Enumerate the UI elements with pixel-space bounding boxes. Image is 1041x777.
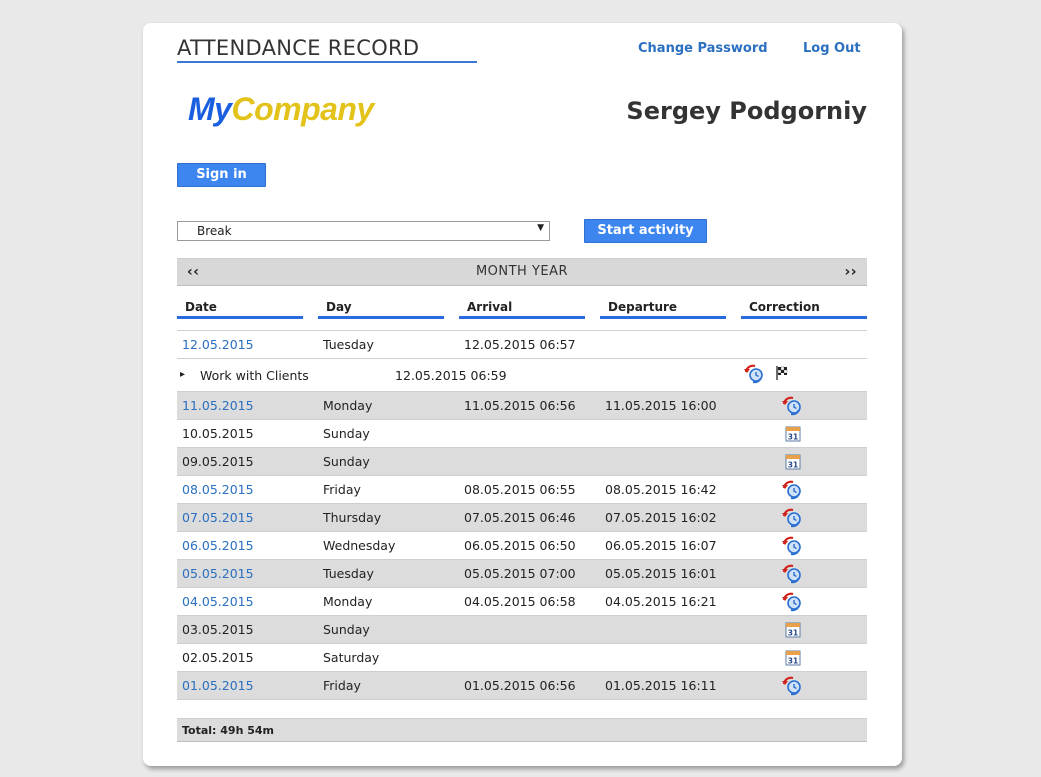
attendance-card: ATTENDANCE RECORD Change Password Log Ou… [143, 23, 902, 766]
row-departure: 05.05.2015 16:01 [605, 566, 717, 581]
finish-flag-icon[interactable] [775, 365, 791, 384]
clock-correction-icon[interactable] [743, 364, 767, 387]
column-header-departure: Departure [600, 300, 726, 319]
row-arrival: 07.05.2015 06:46 [464, 510, 576, 525]
row-date: 03.05.2015 [182, 622, 254, 637]
clock-correction-icon[interactable] [781, 564, 805, 587]
table-row: 11.05.2015 Monday 11.05.2015 06:56 11.05.20… [177, 392, 867, 420]
table-row: 12.05.2015 Tuesday 12.05.2015 06:57 [177, 331, 867, 359]
total-hours: Total: 49h 54m [182, 724, 275, 737]
row-date[interactable]: 05.05.2015 [182, 566, 254, 581]
row-arrival: 12.05.2015 06:57 [464, 337, 576, 352]
company-logo: MyCompany [188, 91, 374, 128]
column-header-day: Day [318, 300, 444, 319]
row-arrival: 04.05.2015 06:58 [464, 594, 576, 609]
row-arrival: 11.05.2015 06:56 [464, 398, 576, 413]
row-day: Sunday [323, 622, 370, 637]
logo-part-my: My [188, 91, 232, 127]
sign-in-button[interactable]: Sign in [177, 163, 266, 187]
user-name: Sergey Podgorniy [626, 97, 867, 125]
table-row: 04.05.2015 Monday 04.05.2015 06:58 04.05.20… [177, 588, 867, 616]
calendar-icon[interactable]: 31 [785, 649, 801, 669]
table-row: 06.05.2015 Wednesday 06.05.2015 06:50 06.05… [177, 532, 867, 560]
clock-correction-icon[interactable] [781, 592, 805, 615]
row-day: Thursday [323, 510, 382, 525]
activity-select-value: Break [197, 224, 232, 238]
calendar-icon[interactable]: 31 [785, 425, 801, 445]
column-header-correction: Correction [741, 300, 867, 319]
clock-correction-icon[interactable] [781, 480, 805, 503]
dropdown-arrow-icon: ▼ [537, 223, 544, 233]
table-row: 01.05.2015 Friday 01.05.2015 06:56 01.05.20… [177, 672, 867, 700]
row-day: Monday [323, 398, 373, 413]
calendar-day-text: 31 [788, 433, 798, 442]
row-date[interactable]: 11.05.2015 [182, 398, 254, 413]
start-activity-button[interactable]: Start activity [584, 219, 707, 243]
row-departure: 11.05.2015 16:00 [605, 398, 717, 413]
row-date[interactable]: 01.05.2015 [182, 678, 254, 693]
table-header: Date Day Arrival Departure Correction [177, 300, 867, 320]
row-day: Saturday [323, 650, 380, 665]
row-departure: 07.05.2015 16:02 [605, 510, 717, 525]
row-day: Friday [323, 482, 361, 497]
log-out-link[interactable]: Log Out [803, 41, 861, 56]
clock-correction-icon[interactable] [781, 676, 805, 699]
month-year-label: MONTH YEAR [475, 264, 569, 279]
row-day: Sunday [323, 454, 370, 469]
activity-row: ▸ Work with Clients 12.05.2015 06:59 [177, 359, 867, 392]
clock-correction-icon[interactable] [781, 396, 805, 419]
row-day: Tuesday [323, 566, 374, 581]
column-header-arrival: Arrival [459, 300, 585, 319]
attendance-table: 12.05.2015 Tuesday 12.05.2015 06:57 ▸ Work w… [177, 330, 867, 700]
row-day: Monday [323, 594, 373, 609]
row-date[interactable]: 12.05.2015 [182, 337, 254, 352]
total-bar: Total: 49h 54m [177, 718, 867, 742]
table-row: 09.05.2015 Sunday 31 [177, 448, 867, 476]
row-date: 09.05.2015 [182, 454, 254, 469]
expand-marker-icon[interactable]: ▸ [180, 369, 185, 380]
calendar-day-text: 31 [788, 461, 798, 470]
row-day: Tuesday [323, 337, 374, 352]
row-departure: 01.05.2015 16:11 [605, 678, 717, 693]
row-date[interactable]: 06.05.2015 [182, 538, 254, 553]
table-row: 07.05.2015 Thursday 07.05.2015 06:46 07.05.… [177, 504, 867, 532]
activity-name: Work with Clients [200, 368, 309, 383]
row-date[interactable]: 08.05.2015 [182, 482, 254, 497]
calendar-day-text: 31 [788, 629, 798, 638]
row-date[interactable]: 04.05.2015 [182, 594, 254, 609]
row-date: 10.05.2015 [182, 426, 254, 441]
activity-select[interactable]: Break ▼ [177, 221, 550, 241]
calendar-icon[interactable]: 31 [785, 621, 801, 641]
table-row: 03.05.2015 Sunday 31 [177, 616, 867, 644]
calendar-day-text: 31 [788, 657, 798, 666]
table-row: 02.05.2015 Saturday 31 [177, 644, 867, 672]
row-day: Friday [323, 678, 361, 693]
activity-time: 12.05.2015 06:59 [395, 368, 507, 383]
column-header-date: Date [177, 300, 303, 319]
row-date: 02.05.2015 [182, 650, 254, 665]
table-row: 10.05.2015 Sunday 31 [177, 420, 867, 448]
month-navigation: ‹‹ MONTH YEAR ›› [177, 258, 867, 286]
row-departure: 08.05.2015 16:42 [605, 482, 717, 497]
calendar-icon[interactable]: 31 [785, 453, 801, 473]
table-row: 08.05.2015 Friday 08.05.2015 06:55 08.05.20… [177, 476, 867, 504]
row-arrival: 01.05.2015 06:56 [464, 678, 576, 693]
change-password-link[interactable]: Change Password [638, 41, 768, 56]
row-day: Wednesday [323, 538, 396, 553]
clock-correction-icon[interactable] [781, 508, 805, 531]
clock-correction-icon[interactable] [781, 536, 805, 559]
row-day: Sunday [323, 426, 370, 441]
row-departure: 04.05.2015 16:21 [605, 594, 717, 609]
row-arrival: 05.05.2015 07:00 [464, 566, 576, 581]
page-title: ATTENDANCE RECORD [177, 36, 477, 63]
next-month-button[interactable]: ›› [844, 264, 857, 280]
table-row: 05.05.2015 Tuesday 05.05.2015 07:00 05.05.2… [177, 560, 867, 588]
row-departure: 06.05.2015 16:07 [605, 538, 717, 553]
row-arrival: 08.05.2015 06:55 [464, 482, 576, 497]
row-arrival: 06.05.2015 06:50 [464, 538, 576, 553]
row-date[interactable]: 07.05.2015 [182, 510, 254, 525]
logo-part-company: Company [231, 91, 374, 127]
